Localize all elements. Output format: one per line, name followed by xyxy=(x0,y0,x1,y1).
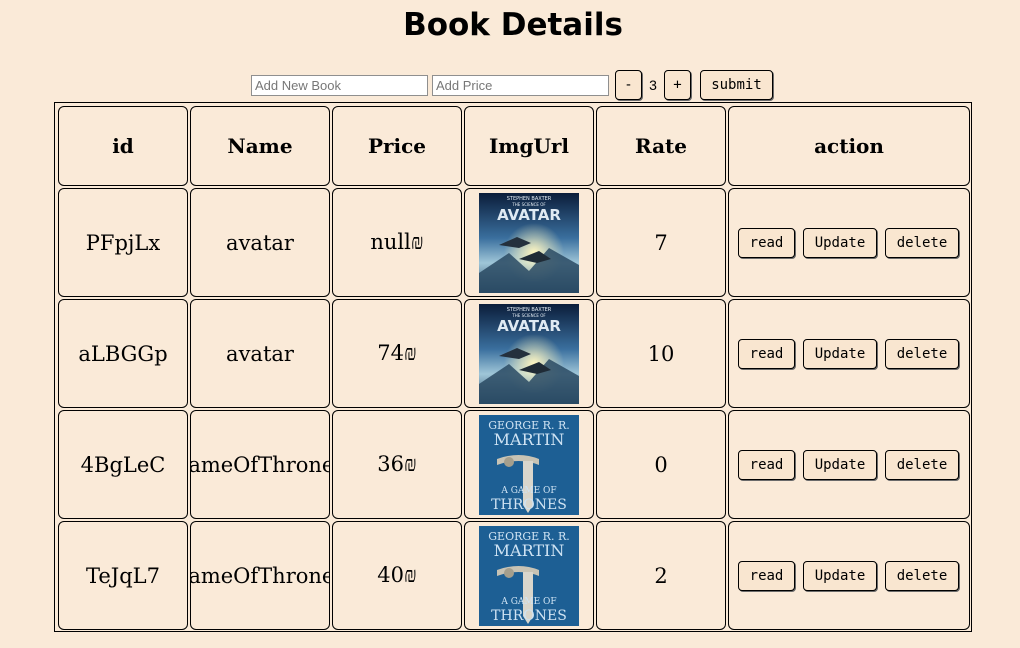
delete-button[interactable]: delete xyxy=(885,449,959,480)
book-price-cell: 36₪ xyxy=(332,410,462,519)
quantity-value: 3 xyxy=(649,77,657,93)
book-id-cell: aLBGGp xyxy=(58,299,188,408)
book-name-cell: avatar xyxy=(190,299,330,408)
game-of-thrones-cover-art: GEORGE R. R. MARTIN A GAME OF THRONES xyxy=(479,414,579,515)
avatar-cover-art: STEPHEN BAXTER THE SCIENCE OF AVATAR xyxy=(479,303,579,404)
avatar-cover-art: STEPHEN BAXTER THE SCIENCE OF AVATAR xyxy=(479,192,579,293)
svg-text:A GAME OF: A GAME OF xyxy=(500,486,556,496)
book-action-cell: read Update delete xyxy=(728,410,970,519)
book-cover-cell: GEORGE R. R. MARTIN A GAME OF THRONES xyxy=(464,410,594,519)
book-price-cell: 74₪ xyxy=(332,299,462,408)
svg-text:A GAME OF: A GAME OF xyxy=(500,597,556,607)
book-rate-cell: 0 xyxy=(596,410,726,519)
svg-text:MARTIN: MARTIN xyxy=(494,430,565,449)
book-price-cell: 40₪ xyxy=(332,521,462,630)
book-action-cell: read Update delete xyxy=(728,521,970,630)
header-rate: Rate xyxy=(596,106,726,186)
book-id-cell: 4BgLeC xyxy=(58,410,188,519)
price-input[interactable] xyxy=(432,75,609,96)
delete-button[interactable]: delete xyxy=(885,560,959,591)
book-rate-cell: 2 xyxy=(596,521,726,630)
book-name-cell: avatar xyxy=(190,188,330,297)
decrement-button[interactable]: - xyxy=(615,70,642,100)
read-button[interactable]: read xyxy=(738,338,795,369)
svg-text:THRONES: THRONES xyxy=(491,608,567,624)
delete-button[interactable]: delete xyxy=(885,227,959,258)
update-button[interactable]: Update xyxy=(803,560,877,591)
book-id-cell: PFpjLx xyxy=(58,188,188,297)
book-name-cell: gameOfThrones xyxy=(190,410,330,519)
update-button[interactable]: Update xyxy=(803,227,877,258)
book-id-cell: TeJqL7 xyxy=(58,521,188,630)
book-name-cell: gameOfThrones xyxy=(190,521,330,630)
header-imgurl: ImgUrl xyxy=(464,106,594,186)
page-title: Book Details xyxy=(403,7,623,43)
book-cover-cell: GEORGE R. R. MARTIN A GAME OF THRONES xyxy=(464,521,594,630)
book-action-cell: read Update delete xyxy=(728,188,970,297)
add-book-form: - 3 + submit xyxy=(0,70,1020,100)
svg-text:AVATAR: AVATAR xyxy=(497,206,561,224)
delete-button[interactable]: delete xyxy=(885,338,959,369)
book-action-cell: read Update delete xyxy=(728,299,970,408)
svg-text:AVATAR: AVATAR xyxy=(497,317,561,335)
svg-text:MARTIN: MARTIN xyxy=(494,541,565,560)
update-button[interactable]: Update xyxy=(803,449,877,480)
read-button[interactable]: read xyxy=(738,449,795,480)
header-name: Name xyxy=(190,106,330,186)
book-cover-cell: STEPHEN BAXTER THE SCIENCE OF AVATAR xyxy=(464,188,594,297)
books-table: id Name Price ImgUrl Rate action PFpjLx avatar n… xyxy=(54,102,972,632)
header-id: id xyxy=(58,106,188,186)
increment-button[interactable]: + xyxy=(664,70,691,100)
header-action: action xyxy=(728,106,970,186)
book-name-input[interactable] xyxy=(251,75,428,96)
book-rate-cell: 7 xyxy=(596,188,726,297)
book-cover-cell: STEPHEN BAXTER THE SCIENCE OF AVATAR xyxy=(464,299,594,408)
game-of-thrones-cover-art: GEORGE R. R. MARTIN A GAME OF THRONES xyxy=(479,525,579,626)
update-button[interactable]: Update xyxy=(803,338,877,369)
book-price-cell: null₪ xyxy=(332,188,462,297)
submit-button[interactable]: submit xyxy=(700,70,773,100)
book-rate-cell: 10 xyxy=(596,299,726,408)
read-button[interactable]: read xyxy=(738,560,795,591)
header-price: Price xyxy=(332,106,462,186)
svg-text:THRONES: THRONES xyxy=(491,497,567,513)
read-button[interactable]: read xyxy=(738,227,795,258)
